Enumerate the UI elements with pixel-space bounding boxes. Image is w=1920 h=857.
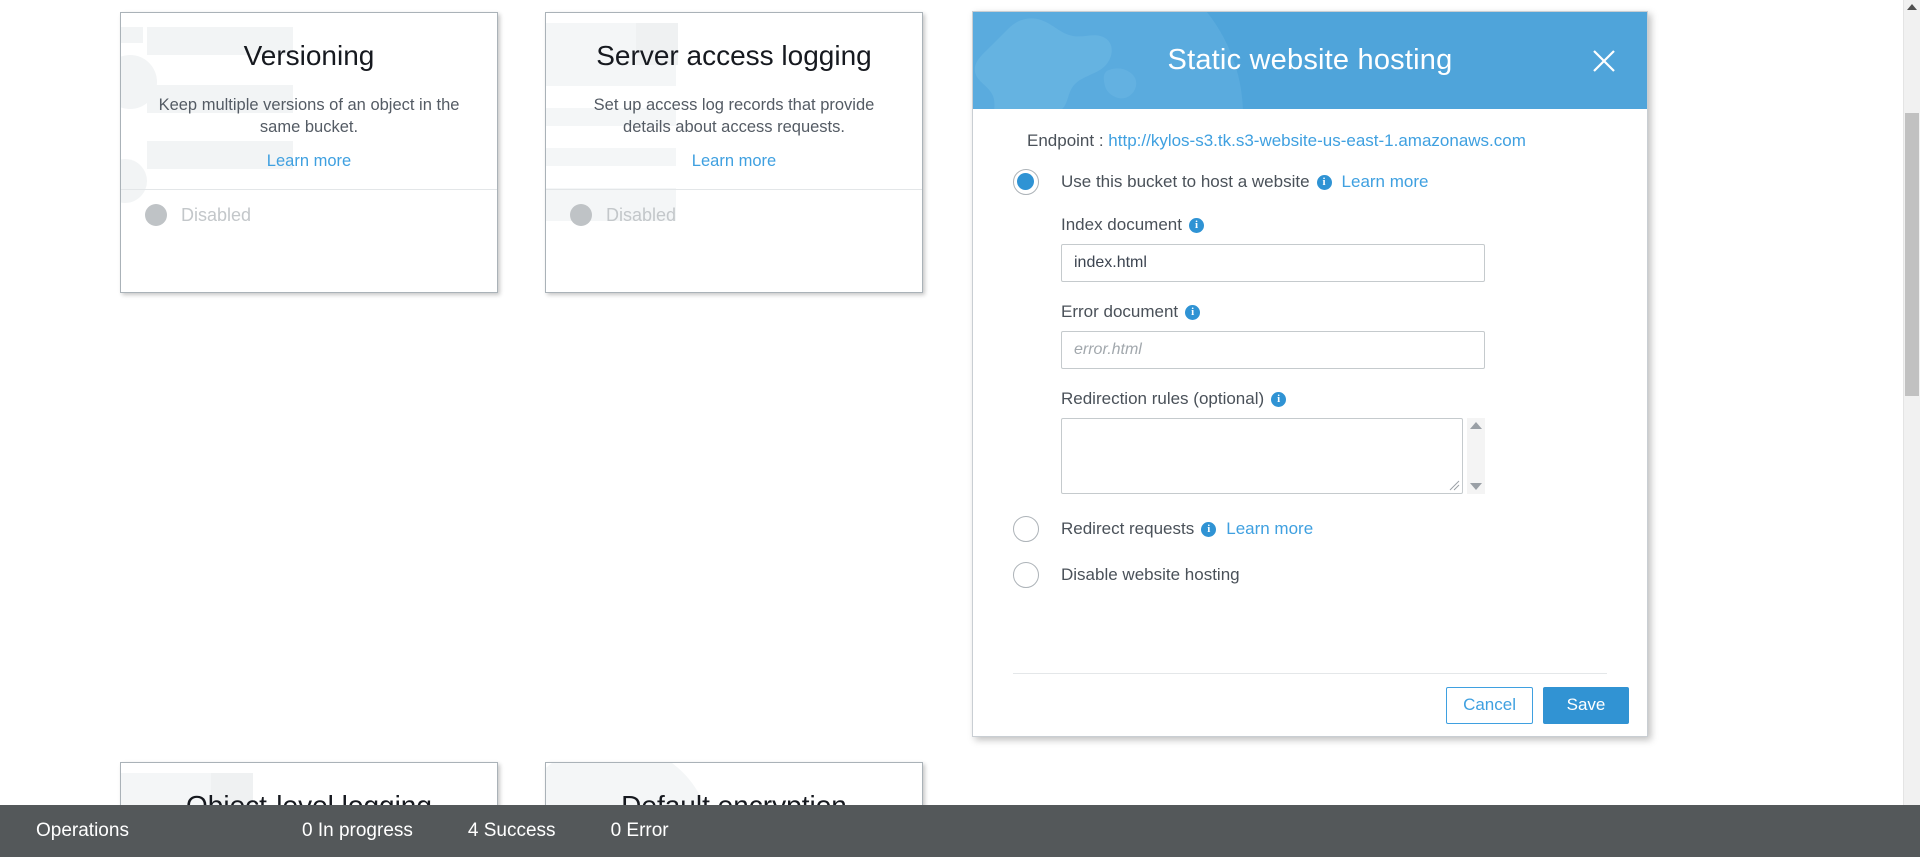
learn-more-link-host-website[interactable]: Learn more: [1342, 172, 1429, 192]
radio-label-host-website: Use this bucket to host a website i Lear…: [1061, 172, 1428, 192]
error-document-label-text: Error document: [1061, 302, 1179, 321]
page-root: Versioning Keep multiple versions of an …: [0, 0, 1920, 857]
scroll-down-arrow-icon[interactable]: [1470, 483, 1482, 490]
radio-redirect-requests[interactable]: [1013, 516, 1039, 542]
card-status-row: Disabled: [121, 189, 497, 240]
card-learn-more-link[interactable]: Learn more: [692, 152, 776, 171]
info-icon[interactable]: i: [1201, 521, 1217, 537]
resize-grip-icon[interactable]: [1449, 480, 1460, 491]
page-scrollbar[interactable]: [1903, 0, 1920, 805]
endpoint-row: Endpoint : http://kylos-s3.tk.s3-website…: [1027, 131, 1607, 151]
info-icon[interactable]: i: [1271, 391, 1287, 407]
radio-text-disable-hosting: Disable website hosting: [1061, 565, 1240, 584]
cancel-button[interactable]: Cancel: [1446, 686, 1533, 724]
redirection-rules-label-text: Redirection rules (optional): [1061, 389, 1265, 408]
learn-more-link-redirect-requests[interactable]: Learn more: [1226, 519, 1313, 539]
close-icon[interactable]: [1587, 44, 1621, 78]
redirection-rules-scrollbar[interactable]: [1467, 418, 1485, 494]
modal-body: Endpoint : http://kylos-s3.tk.s3-website…: [973, 109, 1647, 674]
endpoint-url-link[interactable]: http://kylos-s3.tk.s3-website-us-east-1.…: [1108, 131, 1526, 150]
operations-status-bar[interactable]: Operations 0 In progress 4 Success 0 Err…: [0, 805, 1920, 857]
radio-host-website[interactable]: [1013, 169, 1039, 195]
operations-label: Operations: [36, 820, 129, 841]
status-dot-icon: [145, 204, 167, 227]
card-description: Keep multiple versions of an object in t…: [158, 95, 460, 136]
card-server-access-logging[interactable]: Server access logging Set up access log …: [545, 12, 923, 293]
endpoint-label: Endpoint :: [1027, 131, 1104, 150]
card-body: Versioning Keep multiple versions of an …: [121, 13, 497, 189]
scrollbar-thumb[interactable]: [1905, 113, 1919, 396]
error-document-input[interactable]: [1061, 331, 1485, 369]
website-fields-group: Index document i Error document i Redire…: [1061, 215, 1607, 494]
radio-text-redirect-requests: Redirect requests: [1061, 519, 1195, 538]
card-title: Server access logging: [596, 40, 872, 71]
modal-title: Static website hosting: [1167, 44, 1453, 76]
redirection-rules-wrapper: [1061, 418, 1485, 494]
radio-row-disable-hosting[interactable]: Disable website hosting: [1013, 562, 1607, 588]
radio-row-host-website[interactable]: Use this bucket to host a website i Lear…: [1013, 169, 1607, 195]
radio-label-disable-hosting: Disable website hosting: [1061, 565, 1240, 585]
card-title: Versioning: [243, 40, 375, 71]
info-icon[interactable]: i: [1188, 217, 1204, 233]
operations-success: 4 Success: [467, 820, 556, 841]
redirection-rules-textarea[interactable]: [1061, 418, 1463, 494]
scroll-up-arrow-icon[interactable]: [1907, 4, 1917, 10]
index-document-label: Index document i: [1061, 215, 1607, 235]
operations-error: 0 Error: [610, 820, 669, 841]
modal-header: Static website hosting: [973, 12, 1647, 109]
info-icon[interactable]: i: [1185, 304, 1201, 320]
modal-footer-divider: [1013, 673, 1607, 674]
lower-options-group: Redirect requests i Learn more Disable w…: [1013, 516, 1607, 588]
index-document-input[interactable]: [1061, 244, 1485, 282]
error-document-label: Error document i: [1061, 302, 1607, 322]
modal-footer: Cancel Save: [973, 674, 1647, 736]
card-learn-more-link[interactable]: Learn more: [267, 152, 351, 171]
scroll-up-arrow-icon[interactable]: [1470, 422, 1482, 429]
save-button[interactable]: Save: [1543, 686, 1629, 724]
radio-row-redirect-requests[interactable]: Redirect requests i Learn more: [1013, 516, 1607, 542]
info-icon[interactable]: i: [1316, 174, 1332, 190]
card-status-label: Disabled: [606, 204, 677, 225]
card-description: Set up access log records that provide d…: [593, 95, 875, 136]
static-website-hosting-modal: Static website hosting Endpoint : http:/…: [972, 11, 1648, 737]
index-document-label-text: Index document: [1061, 215, 1182, 234]
operations-in-progress: 0 In progress: [302, 820, 413, 841]
card-versioning[interactable]: Versioning Keep multiple versions of an …: [120, 12, 498, 293]
card-status-row: Disabled: [546, 189, 922, 240]
status-dot-icon: [570, 204, 592, 227]
radio-disable-hosting[interactable]: [1013, 562, 1039, 588]
radio-text-host-website: Use this bucket to host a website: [1061, 172, 1310, 191]
card-body: Server access logging Set up access log …: [546, 13, 922, 189]
radio-label-redirect-requests: Redirect requests i Learn more: [1061, 519, 1313, 539]
redirection-rules-label: Redirection rules (optional) i: [1061, 389, 1607, 409]
card-status-label: Disabled: [181, 204, 252, 225]
